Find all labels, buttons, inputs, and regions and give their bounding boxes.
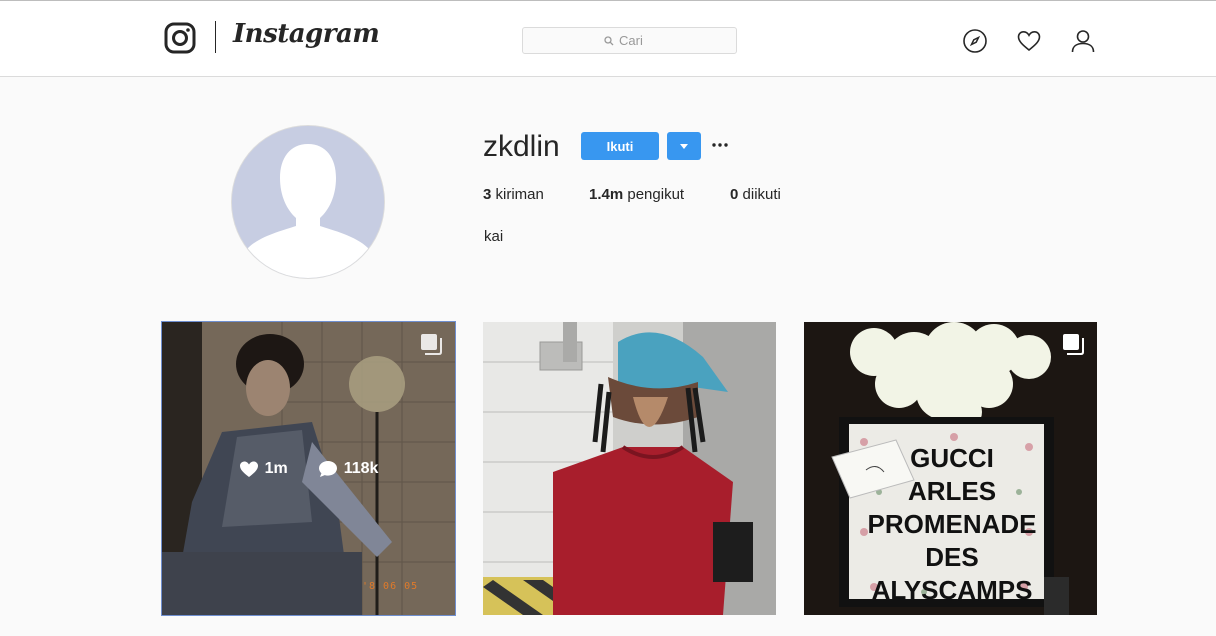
profile-avatar: [232, 126, 384, 278]
post-hover-overlay: 1m 118k: [162, 322, 455, 615]
following-label: diikuti: [742, 186, 781, 203]
following-stat[interactable]: 0 diikuti: [730, 186, 781, 203]
heart-filled-icon: [239, 461, 258, 477]
default-avatar-silhouette-icon: [232, 126, 384, 278]
more-options-button[interactable]: [711, 138, 729, 152]
followers-stat[interactable]: 1.4m pengikut: [589, 186, 684, 203]
multiple-photos-icon: [1063, 334, 1084, 355]
follow-button[interactable]: Ikuti: [581, 132, 659, 160]
post-thumbnail-3[interactable]: GUCCI ARLES PROMENADE DES ALYSCAMPS: [804, 322, 1097, 615]
suggestions-dropdown-button[interactable]: [667, 132, 701, 160]
ellipsis-icon: [712, 143, 728, 147]
followers-count: 1.4m: [589, 186, 624, 203]
instagram-wordmark[interactable]: Instagram: [233, 19, 380, 49]
heart-icon[interactable]: [1016, 28, 1042, 54]
post-thumbnail-2[interactable]: [483, 322, 776, 615]
likes-count-group: 1m: [239, 459, 288, 479]
post-thumbnail-1[interactable]: '8 06 05 1m 118k: [161, 321, 456, 616]
comment-bubble-icon: [318, 460, 337, 477]
post-image-3: GUCCI ARLES PROMENADE DES ALYSCAMPS: [804, 322, 1097, 615]
card-text-line-2: ARLES: [908, 476, 996, 506]
posts-count: 3: [483, 186, 492, 203]
caret-down-icon: [680, 143, 688, 149]
profile-bio: kai: [484, 228, 504, 245]
search-icon: [604, 35, 614, 45]
followers-label: pengikut: [627, 186, 685, 203]
card-text-line-3: PROMENADE: [867, 509, 1036, 539]
logo-divider: [215, 21, 216, 53]
posts-label: kiriman: [495, 186, 544, 203]
following-count: 0: [730, 186, 739, 203]
search-input[interactable]: [619, 33, 655, 48]
person-icon[interactable]: [1070, 28, 1096, 54]
posts-stat[interactable]: 3 kiriman: [483, 186, 544, 203]
card-text-line-1: GUCCI: [910, 443, 994, 473]
profile-username: zkdlin: [483, 130, 560, 163]
compass-icon[interactable]: [962, 28, 988, 54]
card-text-line-4: DES: [925, 542, 978, 572]
top-navigation: Instagram: [0, 0, 1216, 77]
search-box[interactable]: [522, 27, 737, 54]
comments-count-group: 118k: [318, 459, 379, 479]
card-text-line-5: ALYSCAMPS: [872, 575, 1033, 605]
comments-count: 118k: [343, 459, 379, 477]
likes-count: 1m: [264, 459, 288, 477]
post-image-2: [483, 322, 776, 615]
instagram-logo-icon[interactable]: [164, 22, 196, 54]
